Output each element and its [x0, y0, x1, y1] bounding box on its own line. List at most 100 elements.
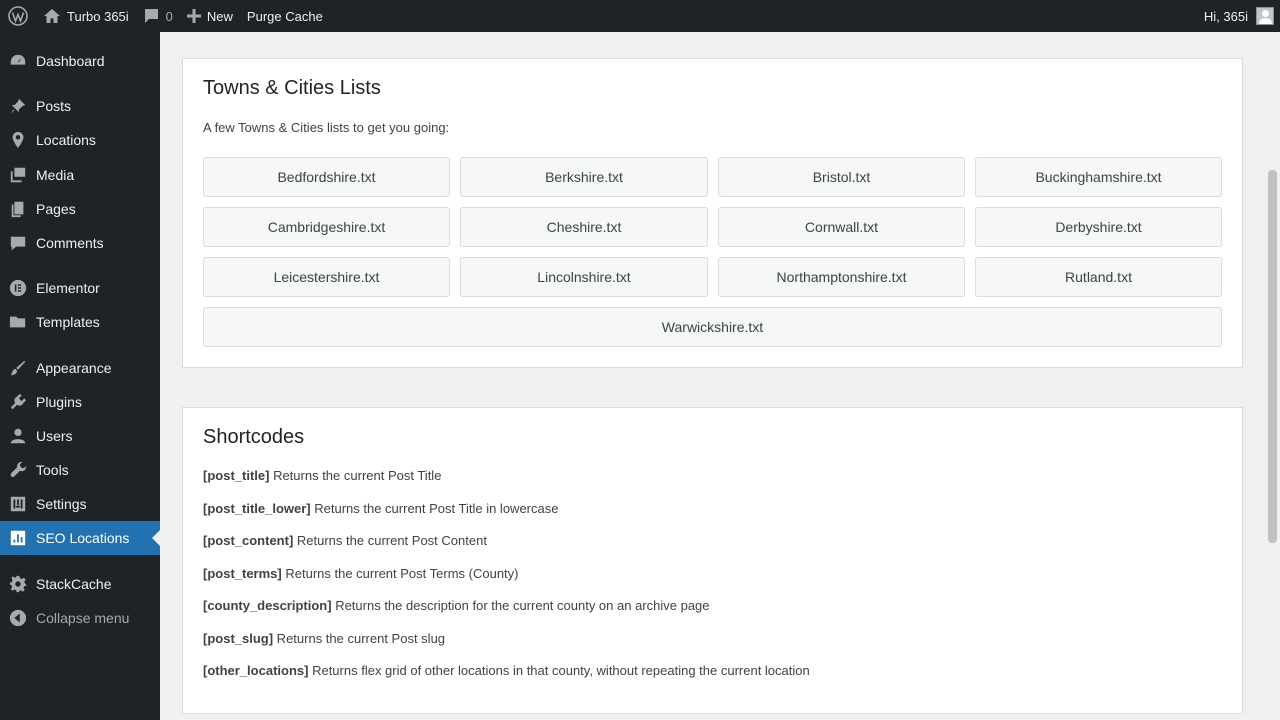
account-menu[interactable]: Hi, 365i: [1197, 0, 1280, 32]
file-button-rutland[interactable]: Rutland.txt: [975, 257, 1222, 297]
admin-sidebar: Dashboard Posts Locations Media Pages Co…: [0, 32, 160, 720]
menu-comments[interactable]: Comments: [0, 226, 160, 260]
file-button-cambridgeshire[interactable]: Cambridgeshire.txt: [203, 207, 450, 247]
elementor-icon: [9, 279, 27, 297]
menu-label: Elementor: [36, 280, 100, 296]
menu-pages[interactable]: Pages: [0, 192, 160, 226]
menu-label: Posts: [36, 98, 72, 114]
shortcode-desc: Returns the current Post slug: [273, 631, 446, 646]
section-title: Towns & Cities Lists: [203, 77, 381, 99]
comment-icon: [144, 9, 158, 23]
new-label: New: [206, 8, 233, 24]
menu-stackcache[interactable]: StackCache: [0, 567, 160, 601]
pages-icon: [11, 201, 24, 218]
file-button-northamptonshire[interactable]: Northamptonshire.txt: [718, 257, 965, 297]
menu-appearance[interactable]: Appearance: [0, 351, 160, 385]
wrench-icon: [10, 461, 27, 478]
menu-label: Media: [36, 167, 75, 183]
folder-icon: [9, 316, 26, 328]
file-button-buckinghamshire[interactable]: Buckinghamshire.txt: [975, 157, 1222, 197]
menu-label: Appearance: [36, 360, 112, 376]
menu-label: Templates: [36, 314, 100, 330]
media-icon: [10, 167, 26, 183]
site-name-link[interactable]: Turbo 365i: [36, 0, 136, 32]
plugin-icon: [10, 393, 27, 410]
gear-icon: [9, 575, 27, 593]
section-title: Shortcodes: [203, 426, 305, 448]
menu-settings[interactable]: Settings: [0, 487, 160, 521]
comment-icon: [10, 236, 26, 251]
shortcode-item: [other_locations] Returns flex grid of o…: [203, 663, 810, 678]
file-button-derbyshire[interactable]: Derbyshire.txt: [975, 207, 1222, 247]
menu-templates[interactable]: Templates: [0, 305, 160, 339]
menu-tools[interactable]: Tools: [0, 453, 160, 487]
shortcode-code: [county_description]: [203, 598, 332, 613]
site-name: Turbo 365i: [67, 8, 129, 24]
shortcode-item: [post_content] Returns the current Post …: [203, 533, 487, 548]
scrollbar-thumb[interactable]: [1268, 170, 1277, 543]
shortcode-desc: Returns the current Post Title: [269, 468, 442, 483]
home-icon: [44, 9, 60, 23]
shortcode-item: [post_title] Returns the current Post Ti…: [203, 468, 441, 483]
shortcode-desc: Returns the current Post Terms (County): [281, 566, 519, 581]
shortcode-item: [post_slug] Returns the current Post slu…: [203, 631, 445, 646]
shortcode-desc: Returns flex grid of other locations in …: [308, 663, 810, 678]
greeting: Hi, 365i: [1203, 8, 1248, 24]
towns-cities-lists-panel: Towns & Cities Lists A few Towns & Citie…: [182, 58, 1243, 368]
file-button-bedfordshire[interactable]: Bedfordshire.txt: [203, 157, 450, 197]
menu-label: Pages: [36, 201, 76, 217]
menu-label: Dashboard: [36, 53, 105, 69]
wordpress-logo-icon: [8, 6, 28, 26]
file-button-bristol[interactable]: Bristol.txt: [718, 157, 965, 197]
menu-users[interactable]: Users: [0, 419, 160, 453]
settings-icon: [10, 496, 26, 512]
menu-elementor[interactable]: Elementor: [0, 271, 160, 305]
purge-cache-label: Purge Cache: [246, 8, 323, 24]
menu-media[interactable]: Media: [0, 158, 160, 192]
file-button-berkshire[interactable]: Berkshire.txt: [460, 157, 708, 197]
menu-label: SEO Locations: [36, 530, 130, 546]
user-icon: [10, 428, 26, 444]
collapse-menu-button[interactable]: Collapse menu: [0, 601, 160, 635]
collapse-icon: [9, 609, 27, 627]
shortcode-code: [post_title]: [203, 468, 270, 483]
shortcode-code: [post_content]: [203, 533, 294, 548]
menu-locations[interactable]: Locations: [0, 123, 160, 157]
comments-link[interactable]: 0: [136, 0, 180, 32]
file-button-warwickshire[interactable]: Warwickshire.txt: [203, 307, 1222, 347]
page-scrollbar[interactable]: [1265, 32, 1280, 720]
chart-icon: [10, 530, 26, 546]
section-intro: A few Towns & Cities lists to get you go…: [203, 120, 450, 135]
wordpress-logo-button[interactable]: [0, 0, 36, 32]
shortcode-desc: Returns the description for the current …: [331, 598, 710, 613]
menu-label: Comments: [36, 235, 104, 251]
menu-plugins[interactable]: Plugins: [0, 385, 160, 419]
shortcode-desc: Returns the current Post Content: [293, 533, 487, 548]
file-button-cheshire[interactable]: Cheshire.txt: [460, 207, 708, 247]
new-content-button[interactable]: New: [180, 0, 240, 32]
admin-bar: Turbo 365i 0 New Purge Cache Hi, 365i: [0, 0, 1280, 32]
menu-posts[interactable]: Posts: [0, 89, 160, 123]
shortcode-code: [post_terms]: [203, 566, 282, 581]
shortcode-desc: Returns the current Post Title in lowerc…: [310, 501, 559, 516]
purge-cache-button[interactable]: Purge Cache: [240, 0, 330, 32]
menu-label: Plugins: [36, 394, 82, 410]
menu-label: Tools: [36, 462, 69, 478]
menu-label: Locations: [36, 132, 96, 148]
shortcode-code: [post_title_lower]: [203, 501, 311, 516]
brush-icon: [10, 360, 26, 376]
dashboard-icon: [10, 54, 26, 65]
shortcode-item: [county_description] Returns the descrip…: [203, 598, 710, 613]
menu-label: Settings: [36, 496, 87, 512]
menu-dashboard[interactable]: Dashboard: [0, 44, 160, 78]
file-button-lincolnshire[interactable]: Lincolnshire.txt: [460, 257, 708, 297]
menu-label: Collapse menu: [36, 610, 130, 626]
file-button-cornwall[interactable]: Cornwall.txt: [718, 207, 965, 247]
shortcode-item: [post_title_lower] Returns the current P…: [203, 501, 558, 516]
shortcode-code: [post_slug]: [203, 631, 274, 646]
shortcode-item: [post_terms] Returns the current Post Te…: [203, 566, 519, 581]
menu-label: Users: [36, 428, 73, 444]
menu-seo-locations[interactable]: SEO Locations: [0, 521, 160, 555]
file-button-leicestershire[interactable]: Leicestershire.txt: [203, 257, 450, 297]
location-icon: [12, 131, 24, 149]
